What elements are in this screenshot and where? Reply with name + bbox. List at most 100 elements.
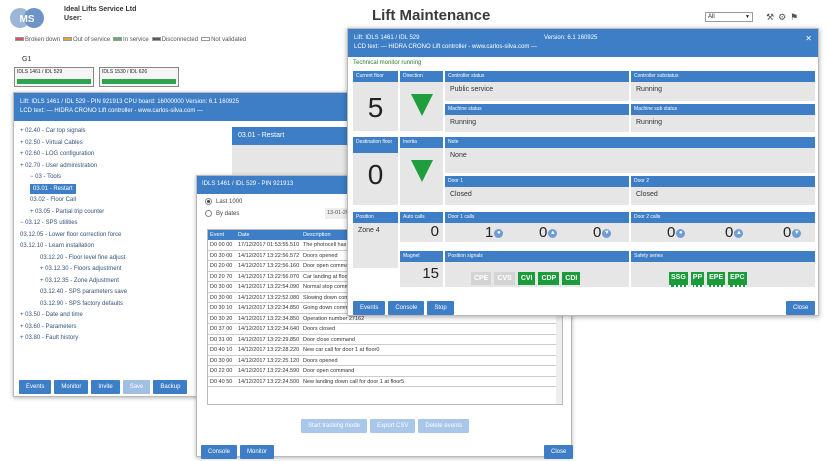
menu-item[interactable]: + 03.60 - Parameters <box>18 322 188 334</box>
invite-button[interactable]: Invite <box>91 380 120 394</box>
table-cell: D0 30 00 <box>210 357 233 364</box>
legend-swatch <box>15 37 24 42</box>
table-row[interactable]: D0 37 00 14/12/2017 13:22:34.640 Doors clo… <box>208 324 562 335</box>
door1-call-down-count: 0 <box>593 224 602 241</box>
filter-select[interactable]: All ▼ <box>705 12 753 22</box>
flag-icon[interactable]: ⚑ <box>790 12 802 22</box>
close-button[interactable]: Close <box>786 301 816 315</box>
legend-swatch <box>113 37 123 42</box>
menu-item[interactable]: − 03.12 - SPS utilities <box>18 218 188 230</box>
auto-calls-cell: Auto calls 0 <box>400 212 443 242</box>
cell-label: Auto calls <box>400 212 443 223</box>
cell-label: Door 2 calls <box>631 212 815 223</box>
menu-item-label: − 03.12 - SPS utilities <box>20 220 78 226</box>
delete-events-button[interactable]: Delete events <box>418 419 470 433</box>
menu-item[interactable]: + 02.50 - Virtual Cables <box>18 138 188 150</box>
radio-label: Last 1000 <box>216 199 243 206</box>
menu-item[interactable]: 03.12.10 - Learn installation <box>18 241 188 253</box>
menu-item[interactable]: 03.01 - Restart <box>18 183 188 196</box>
start-tracking-mode-button[interactable]: Start tracking mode <box>301 419 368 433</box>
monitor-button[interactable]: Monitor <box>240 445 275 459</box>
table-cell: 14/12/2017 13:22:52.080 <box>238 294 300 301</box>
safety-series: SSG PP EPE EPC <box>631 262 815 287</box>
menu-item[interactable]: 03.02 - Floor Call <box>18 195 188 207</box>
door1-value: Closed <box>450 191 472 198</box>
table-cell: 14/12/2017 13:22:56.160 <box>238 263 300 269</box>
legend-label: Broken down <box>25 37 61 43</box>
menu-item-label: − 03 - Tools <box>30 174 62 180</box>
signal-cdi: CDI <box>562 272 581 285</box>
close-icon[interactable]: ✕ <box>805 34 812 43</box>
menu-item[interactable]: + 02.40 - Car top signals <box>18 126 188 138</box>
table-cell: 14/12/2017 13:22:54.090 <box>238 284 300 290</box>
events-button[interactable]: Events <box>353 301 386 315</box>
menu-item[interactable]: 03.12.40 - SPS parameters save <box>18 287 188 299</box>
monitor-header-version: Version: 6.1 160925 <box>544 35 598 41</box>
arrow-up-icon: ▲ <box>548 228 558 238</box>
menu-item[interactable]: + 02.70 - User administration <box>18 161 188 173</box>
console-button[interactable]: Console <box>388 301 425 315</box>
table-row[interactable]: D0 22 00 14/12/2017 13:22:24.590 Door open… <box>208 366 562 377</box>
monitor-button[interactable]: Monitor <box>54 380 89 394</box>
legend-swatch <box>201 37 211 42</box>
table-cell: D0 20 00 <box>210 263 233 269</box>
magnet-value: 15 <box>422 265 439 282</box>
monitor-header: Lift: IDLS 1461 / IDL 529 Version: 6.1 16… <box>348 29 818 57</box>
radio-last-1000[interactable]: Last 1000 <box>205 198 242 205</box>
menu-item[interactable]: + 02.60 - LOG configuration <box>18 149 188 161</box>
backup-button[interactable]: Backup <box>153 380 188 394</box>
arrow-down-icon: ▼ <box>602 228 612 238</box>
safety-epe: EPE <box>707 272 726 287</box>
events-button[interactable]: Events <box>19 380 52 394</box>
table-cell: New car call for door 1 at floor0 <box>303 347 380 353</box>
lift-tile[interactable]: IDLS 1530 / IDL 626 <box>99 67 179 87</box>
menu-item[interactable]: + 03.05 - Partial trip counter <box>18 207 188 219</box>
menu-item[interactable]: − 03 - Tools <box>18 172 188 184</box>
table-row[interactable]: D0 30 00 14/12/2017 13:22:25.120 Doors ope… <box>208 356 562 366</box>
save-button[interactable]: Save <box>122 380 151 394</box>
table-row[interactable]: D0 40 10 14/12/2017 13:22:28.220 New car c… <box>208 345 562 356</box>
chevron-down-icon: ▼ <box>745 14 750 20</box>
panel-header-line2: LCD text: — HIDRA CRONO Lift controller … <box>20 108 204 114</box>
cell-label: Door 2 <box>631 176 815 187</box>
event-actions: Start tracking mode Export CSV Delete even… <box>301 414 472 433</box>
cell-label: Current floor <box>353 71 398 82</box>
monitor-header-lcd: LCD text: — HIDRA CRONO Lift controller … <box>354 44 538 50</box>
table-cell: D0 40 10 <box>210 347 233 353</box>
close-button[interactable]: Close <box>544 445 574 459</box>
table-cell: 14/12/2017 13:22:56.070 <box>238 273 300 280</box>
gear-icon[interactable]: ⚙ <box>778 12 790 22</box>
destination-floor-cell: Destination floor 0 <box>353 137 398 205</box>
menu-item-label: + 03.05 - Partial trip counter <box>30 208 105 215</box>
legend-label: Disconnected <box>161 37 199 43</box>
menu-item-label: 03.01 - Restart <box>30 183 76 194</box>
stop-button[interactable]: Stop <box>427 301 454 315</box>
radio-by-dates[interactable]: By dates <box>205 210 239 217</box>
table-row[interactable]: D0 31 00 14/12/2017 13:22:29.850 Door clos… <box>208 335 562 345</box>
menu-item-label: + 03.12.35 - Zone Adjustment <box>40 277 119 284</box>
lift-tile-label: IDLS 1461 / IDL 529 <box>17 69 63 75</box>
position-cell: Position Zone 4 <box>353 212 398 268</box>
menu-item[interactable]: + 03.80 - Fault history <box>18 333 188 345</box>
menu-item[interactable]: + 03.50 - Date and time <box>18 310 188 322</box>
menu-item[interactable]: 03.12.90 - SPS factory defaults <box>18 299 188 311</box>
cell-label: Door 1 calls <box>445 212 629 223</box>
menu-item[interactable]: + 03.12.35 - Zone Adjustment <box>18 276 188 288</box>
menu-item[interactable]: + 03.12.30 - Floors adjustment <box>18 264 188 276</box>
safety-ssg: SSG <box>669 272 688 287</box>
cell-label: Destination floor <box>353 137 398 153</box>
position-signals: CPE CVS CVI CDP CDI <box>445 262 629 285</box>
table-cell: New landing down call for door 1 at floo… <box>303 378 405 385</box>
menu-item[interactable]: 03.12.20 - Floor level fine adjust <box>18 253 188 265</box>
table-row[interactable]: D0 40 50 14/12/2017 13:22:24.500 New landi… <box>208 377 562 387</box>
menu-item-label: 03.02 - Floor Call <box>30 197 77 203</box>
panel-header-line1: Lift: IDLS 1461 / IDL 529 - PIN 921913 C… <box>20 99 239 105</box>
cell-label: Magnet <box>400 251 443 262</box>
table-cell: 14/12/2017 13:22:34.640 <box>238 326 300 332</box>
console-button[interactable]: Console <box>201 445 238 459</box>
export-csv-button[interactable]: Export CSV <box>370 419 416 433</box>
lift-tile[interactable]: IDLS 1461 / IDL 529 <box>14 67 94 87</box>
wrench-icon[interactable]: ⚒ <box>766 12 778 22</box>
menu-item[interactable]: 03.12.05 - Lower floor correction force <box>18 230 188 242</box>
table-cell: 14/12/2017 13:22:34.850 <box>238 315 300 322</box>
